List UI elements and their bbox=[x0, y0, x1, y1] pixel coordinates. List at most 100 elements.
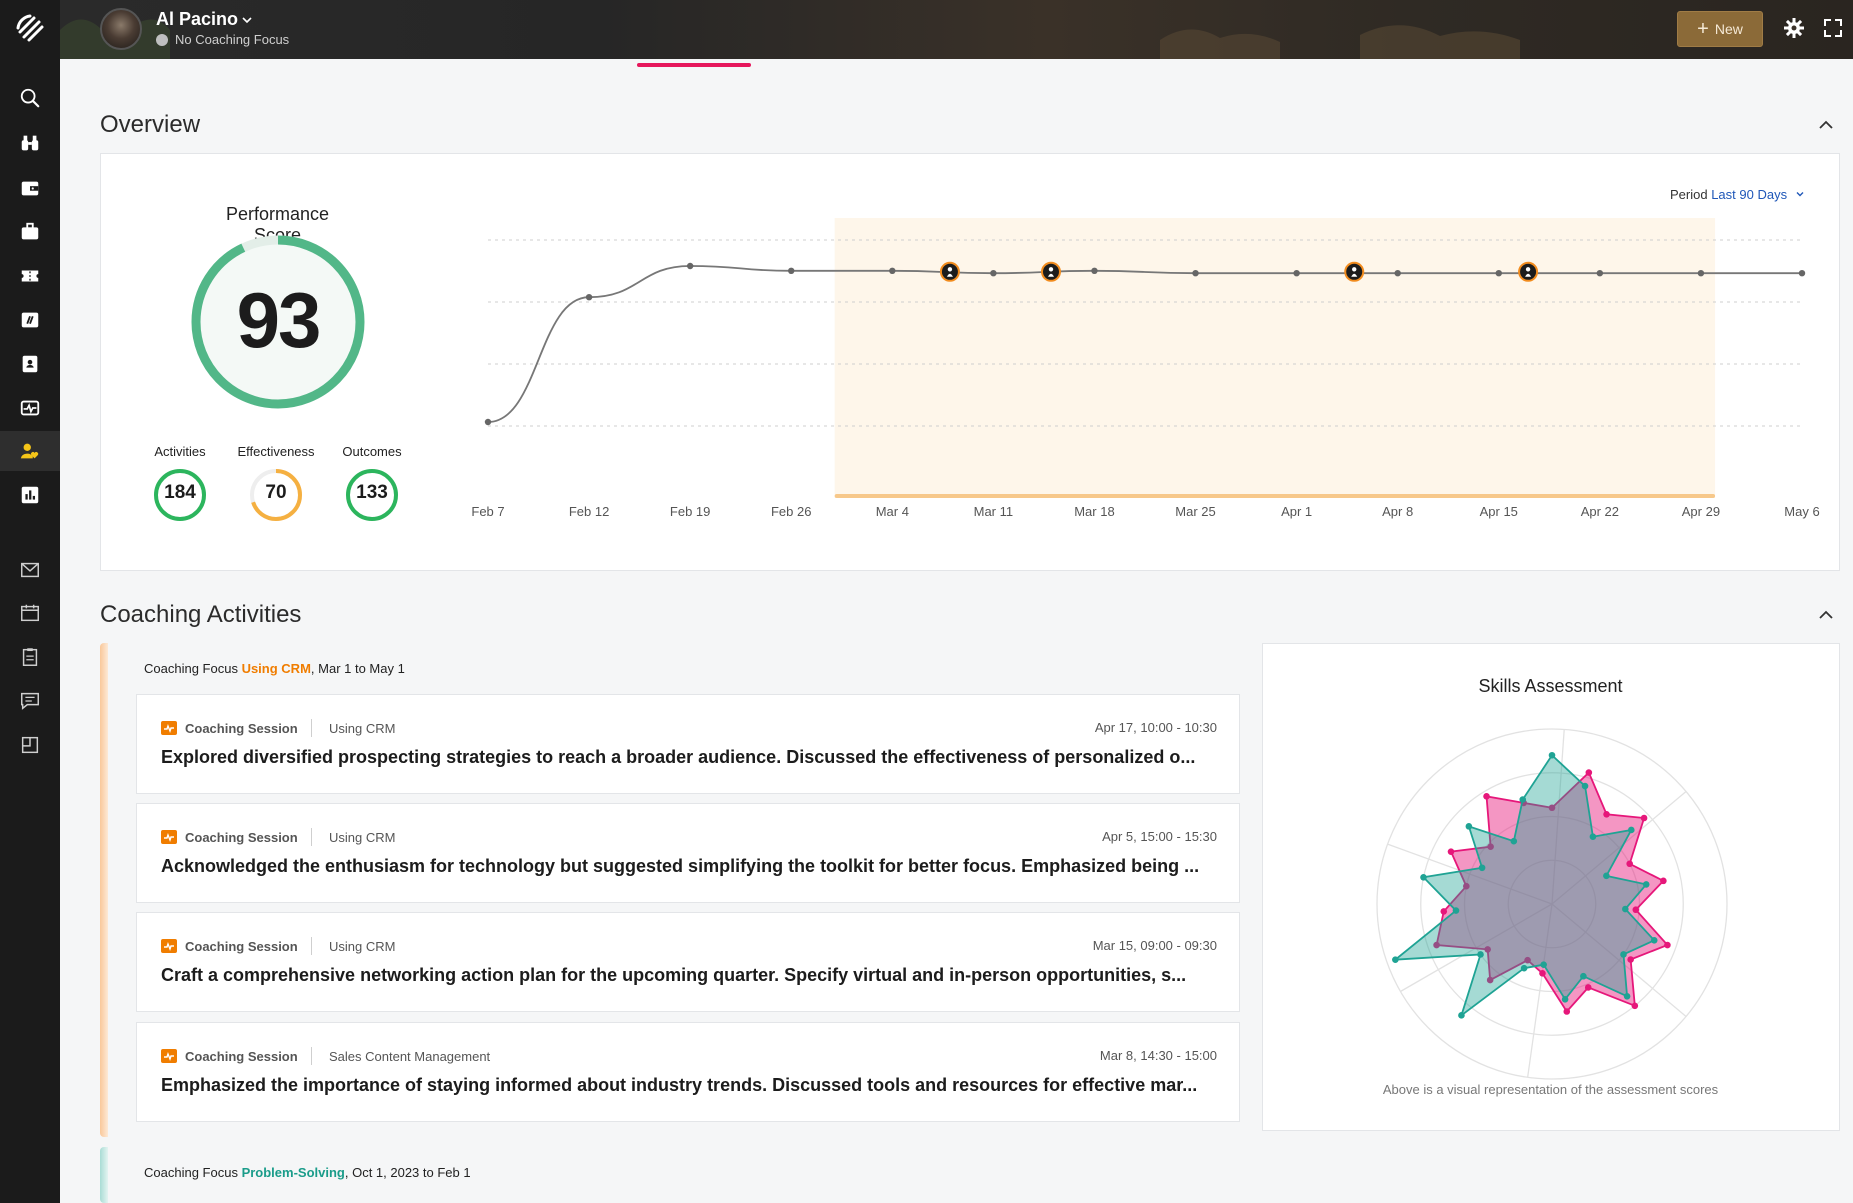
radar-point[interactable] bbox=[1477, 951, 1484, 958]
radar-point[interactable] bbox=[1620, 951, 1627, 958]
chevron-down-icon[interactable] bbox=[241, 14, 253, 26]
radar-point[interactable] bbox=[1420, 873, 1427, 881]
session-date: Apr 17, 10:00 - 10:30 bbox=[1094, 720, 1217, 735]
fullscreen-icon[interactable] bbox=[1823, 18, 1843, 38]
nav-board[interactable] bbox=[0, 725, 60, 765]
coaching-session-marker[interactable] bbox=[1040, 261, 1061, 282]
nav-wallet[interactable] bbox=[0, 168, 60, 208]
session-focus: Using CRM bbox=[329, 939, 396, 954]
data-point[interactable] bbox=[1192, 270, 1199, 277]
user-name[interactable]: Al Pacino bbox=[156, 9, 238, 30]
data-point[interactable] bbox=[1091, 267, 1098, 274]
radar-point[interactable] bbox=[1623, 993, 1631, 1000]
session-card[interactable]: Coaching Session Sales Content Management… bbox=[136, 1022, 1240, 1122]
focus-name-crm[interactable]: Using CRM bbox=[242, 661, 311, 676]
chevron-up-icon[interactable] bbox=[1817, 606, 1835, 624]
data-point[interactable] bbox=[1798, 270, 1806, 277]
radar-point[interactable] bbox=[1642, 881, 1650, 888]
data-point[interactable] bbox=[788, 267, 795, 274]
session-card[interactable]: Coaching Session Using CRM Apr 5, 15:00 - … bbox=[136, 803, 1240, 903]
radar-point[interactable] bbox=[1580, 972, 1587, 980]
radar-point[interactable] bbox=[1540, 961, 1547, 968]
radar-point[interactable] bbox=[1581, 782, 1589, 790]
x-tick-label: Apr 15 bbox=[1480, 504, 1518, 519]
radar-point[interactable] bbox=[1603, 872, 1610, 880]
data-point[interactable] bbox=[990, 270, 997, 277]
nav-tickets[interactable] bbox=[0, 256, 60, 296]
nav-activity[interactable] bbox=[0, 388, 60, 428]
nav-mail[interactable] bbox=[0, 550, 60, 590]
radar-point[interactable] bbox=[1465, 823, 1473, 830]
radar-point[interactable] bbox=[1627, 826, 1635, 834]
radar-point[interactable] bbox=[1632, 906, 1640, 914]
performance-score-value: 93 bbox=[236, 276, 322, 364]
data-point[interactable] bbox=[585, 294, 593, 301]
coaching-session-marker[interactable] bbox=[1518, 261, 1539, 282]
radar-point[interactable] bbox=[1520, 964, 1528, 972]
session-card[interactable]: Coaching Session Using CRM Mar 15, 09:00 -… bbox=[136, 912, 1240, 1012]
data-point[interactable] bbox=[1697, 270, 1705, 277]
radar-point[interactable] bbox=[1561, 996, 1569, 1003]
session-type: Coaching Session bbox=[185, 721, 298, 736]
data-point[interactable] bbox=[1394, 270, 1401, 277]
nav-clipboard[interactable] bbox=[0, 637, 60, 677]
focus-range: , Oct 1, 2023 to Feb 1 bbox=[344, 1165, 471, 1180]
radar-point[interactable] bbox=[1458, 1012, 1465, 1019]
nav-calendar[interactable] bbox=[0, 593, 60, 633]
session-focus: Using CRM bbox=[329, 830, 396, 845]
gear-icon[interactable] bbox=[1782, 16, 1806, 40]
chevron-down-icon[interactable] bbox=[1795, 189, 1805, 199]
radar-point[interactable] bbox=[1660, 877, 1667, 885]
radar-point[interactable] bbox=[1563, 1008, 1571, 1015]
nav-briefcase[interactable] bbox=[0, 212, 60, 252]
radar-point[interactable] bbox=[1626, 860, 1633, 868]
radar-point[interactable] bbox=[1548, 751, 1556, 759]
user-avatar[interactable] bbox=[100, 8, 142, 50]
coaching-session-marker[interactable] bbox=[1344, 261, 1365, 282]
radar-point[interactable] bbox=[1589, 833, 1597, 841]
radar-point[interactable] bbox=[1603, 810, 1610, 818]
radar-point[interactable] bbox=[1622, 905, 1629, 913]
focus-name-problem-solving[interactable]: Problem-Solving bbox=[242, 1165, 345, 1180]
nav-messages[interactable] bbox=[0, 681, 60, 721]
app-logo-icon[interactable] bbox=[10, 8, 50, 48]
data-point[interactable] bbox=[1495, 270, 1502, 277]
period-selector[interactable]: Period Last 90 Days bbox=[1670, 187, 1805, 202]
radar-point[interactable] bbox=[1584, 984, 1592, 991]
radar-point[interactable] bbox=[1585, 769, 1593, 776]
radar-point[interactable] bbox=[1631, 1002, 1639, 1010]
nav-reports[interactable] bbox=[0, 475, 60, 515]
data-point[interactable] bbox=[484, 418, 492, 426]
radar-point[interactable] bbox=[1510, 837, 1518, 845]
radar-point[interactable] bbox=[1478, 864, 1486, 872]
radar-point[interactable] bbox=[1539, 970, 1546, 977]
period-value[interactable]: Last 90 Days bbox=[1711, 187, 1787, 202]
coaching-session-marker[interactable] bbox=[939, 261, 960, 282]
nav-search[interactable] bbox=[0, 78, 60, 118]
radar-point[interactable] bbox=[1519, 796, 1527, 803]
data-point[interactable] bbox=[686, 262, 694, 270]
session-card[interactable]: Coaching Session Using CRM Apr 17, 10:00 -… bbox=[136, 694, 1240, 794]
radar-point[interactable] bbox=[1640, 814, 1648, 822]
radar-point[interactable] bbox=[1452, 907, 1460, 914]
nav-contacts[interactable] bbox=[0, 344, 60, 384]
focus-prefix: Coaching Focus bbox=[144, 1165, 242, 1180]
nav-coaching[interactable] bbox=[0, 431, 60, 471]
data-point[interactable] bbox=[889, 267, 896, 274]
data-point[interactable] bbox=[1293, 270, 1300, 277]
nav-explore[interactable] bbox=[0, 123, 60, 163]
radar-point[interactable] bbox=[1483, 793, 1490, 800]
radar-point[interactable] bbox=[1447, 848, 1455, 855]
radar-point[interactable] bbox=[1627, 956, 1634, 963]
radar-point[interactable] bbox=[1650, 937, 1658, 944]
pulse-icon bbox=[161, 939, 177, 953]
radar-point[interactable] bbox=[1664, 941, 1671, 949]
radar-point[interactable] bbox=[1392, 956, 1399, 963]
chevron-up-icon[interactable] bbox=[1817, 116, 1835, 134]
new-button[interactable]: + New bbox=[1677, 11, 1763, 47]
session-type: Coaching Session bbox=[185, 939, 298, 954]
briefcase-icon bbox=[21, 222, 39, 240]
radar-point[interactable] bbox=[1440, 908, 1448, 915]
data-point[interactable] bbox=[1596, 270, 1604, 277]
nav-slash[interactable] bbox=[0, 300, 60, 340]
